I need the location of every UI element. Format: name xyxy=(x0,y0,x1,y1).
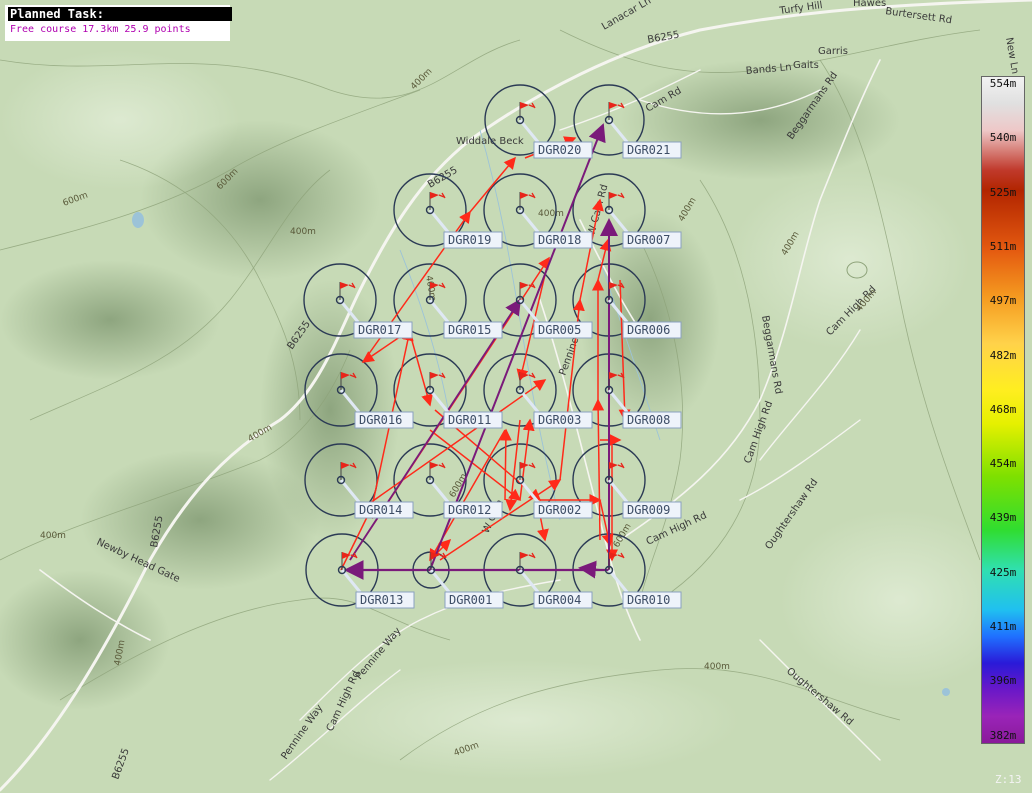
legend-label: 511m xyxy=(989,239,1017,253)
legend-label: 439m xyxy=(989,511,1017,525)
waypoint-label: DGR004 xyxy=(538,593,581,607)
waypoint-label: DGR020 xyxy=(538,143,581,157)
waypoint-label: DGR003 xyxy=(538,413,581,427)
planned-task-info: Free course 17.3km 25.9 points xyxy=(10,24,191,35)
legend-label: 425m xyxy=(989,565,1017,579)
waypoint-label: DGR010 xyxy=(627,593,670,607)
legend-label: 382m xyxy=(989,729,1017,742)
waypoint-label: DGR008 xyxy=(627,413,670,427)
legend-label: 525m xyxy=(989,185,1017,199)
waypoint-label: DGR006 xyxy=(627,323,670,337)
waypoint-label: DGR005 xyxy=(538,323,581,337)
waypoint-label: DGR017 xyxy=(358,323,401,337)
waypoint-label: DGR011 xyxy=(448,413,491,427)
waypoint-label: DGR007 xyxy=(627,233,670,247)
task-leg-17 xyxy=(499,428,512,501)
svg-text:Hawes: Hawes xyxy=(853,0,886,9)
svg-text:Garris: Garris xyxy=(818,46,848,57)
legend-label: 468m xyxy=(989,402,1017,416)
waypoint-label: DGR018 xyxy=(538,233,581,247)
svg-text:400m: 400m xyxy=(290,227,316,237)
waypoint-label: DGR013 xyxy=(360,593,403,607)
waypoint-label: DGR021 xyxy=(627,143,670,157)
waypoint-label: DGR015 xyxy=(448,323,491,337)
svg-text:Gaits: Gaits xyxy=(793,60,819,71)
waypoint-label: DGR014 xyxy=(359,503,402,517)
legend-label: 540m xyxy=(989,131,1017,145)
legend-label: 482m xyxy=(989,348,1017,362)
legend-label: 411m xyxy=(989,620,1017,633)
waypoint-label: DGR009 xyxy=(627,503,670,517)
waypoint-label: DGR019 xyxy=(448,233,491,247)
waypoint-label: DGR012 xyxy=(448,503,491,517)
svg-text:400m: 400m xyxy=(40,531,66,541)
legend-label: 497m xyxy=(989,294,1017,308)
planned-task-title: Planned Task: xyxy=(8,7,232,21)
planned-task-panel: Planned Task: Free course 17.3km 25.9 po… xyxy=(5,5,232,41)
waypoint-label: DGR001 xyxy=(449,593,492,607)
map-canvas[interactable]: Turfy Hill Hawes Burtersett Rd New Ln La… xyxy=(0,0,1032,793)
svg-text:400m: 400m xyxy=(704,662,730,672)
zoom-level: Z:13 xyxy=(995,773,1022,786)
waypoint-label: DGR002 xyxy=(538,503,581,517)
altitude-legend: 554m 540m 525m 511m 497m 482m 468m 454m 439m 425m… xyxy=(981,76,1025,744)
legend-label: 396m xyxy=(989,674,1017,688)
legend-label: 454m xyxy=(989,457,1017,471)
waypoint-label: DGR016 xyxy=(359,413,402,427)
legend-label: 554m xyxy=(989,77,1017,90)
svg-text:400m: 400m xyxy=(538,209,564,219)
